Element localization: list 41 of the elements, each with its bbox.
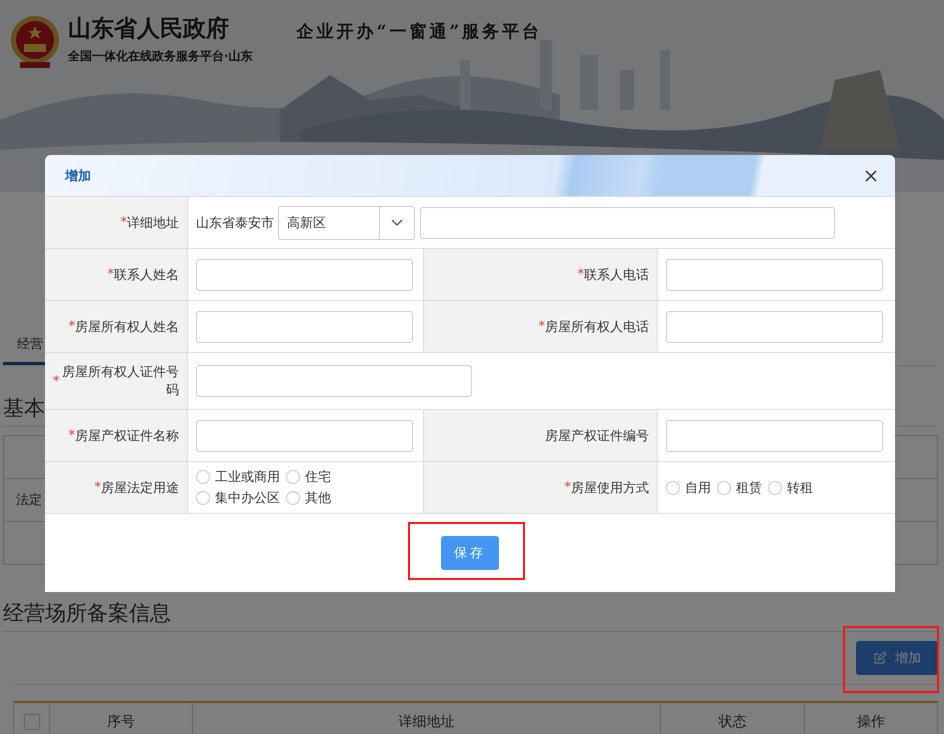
column-header: 状态 (661, 703, 805, 734)
field-label: *房屋产权证件名称 (45, 410, 188, 461)
radio-option[interactable]: 住宅 (286, 468, 331, 486)
section-title: 经营场所备案信息 (3, 599, 938, 632)
field-label: *房屋使用方式 (423, 462, 658, 513)
radio-option[interactable]: 自用 (666, 478, 711, 496)
input-field[interactable] (196, 420, 413, 452)
radio-option[interactable]: 工业或商用 (196, 468, 280, 486)
address-input[interactable] (420, 206, 835, 238)
radio-option[interactable]: 集中办公区 (196, 489, 280, 507)
radio-option[interactable]: 租赁 (717, 478, 762, 496)
field-label: *联系人姓名 (45, 249, 188, 300)
input-field[interactable] (196, 310, 413, 342)
field-label: *房屋所有权人电话 (423, 301, 658, 352)
input-field[interactable] (666, 420, 883, 452)
caret-icon (391, 218, 403, 226)
input-field[interactable] (196, 365, 472, 397)
address-prefix: 山东省泰安市 (196, 214, 274, 232)
field-label: *联系人电话 (423, 249, 658, 300)
field-label: *详细地址 (45, 197, 188, 248)
radio-option[interactable]: 其他 (286, 489, 331, 507)
column-header: 序号 (50, 703, 193, 734)
input-field[interactable] (196, 258, 413, 290)
radio-option[interactable]: 转租 (768, 478, 813, 496)
field-label: *房屋法定用途 (45, 462, 188, 513)
site-subtitle: 全国一体化在线政务服务平台·山东 (68, 48, 253, 65)
table-cell-text: 法定 (15, 492, 42, 509)
platform-title: 企业开办“一窗通”服务平台 (296, 21, 542, 43)
dialog-title: 增加 (65, 168, 91, 184)
input-field[interactable] (666, 310, 883, 342)
edit-icon (873, 651, 887, 665)
site-title: 山东省人民政府 (68, 15, 230, 44)
input-field[interactable] (666, 258, 883, 290)
district-select[interactable]: 高新区 (278, 206, 415, 240)
field-label: 房屋产权证件编号 (423, 410, 658, 461)
column-header: 操作 (856, 713, 886, 732)
checkbox[interactable] (24, 714, 40, 730)
field-label: *房屋所有权人姓名 (45, 301, 188, 352)
column-header: 详细地址 (193, 703, 661, 734)
emblem-icon (10, 14, 60, 70)
close-icon[interactable] (865, 170, 877, 182)
